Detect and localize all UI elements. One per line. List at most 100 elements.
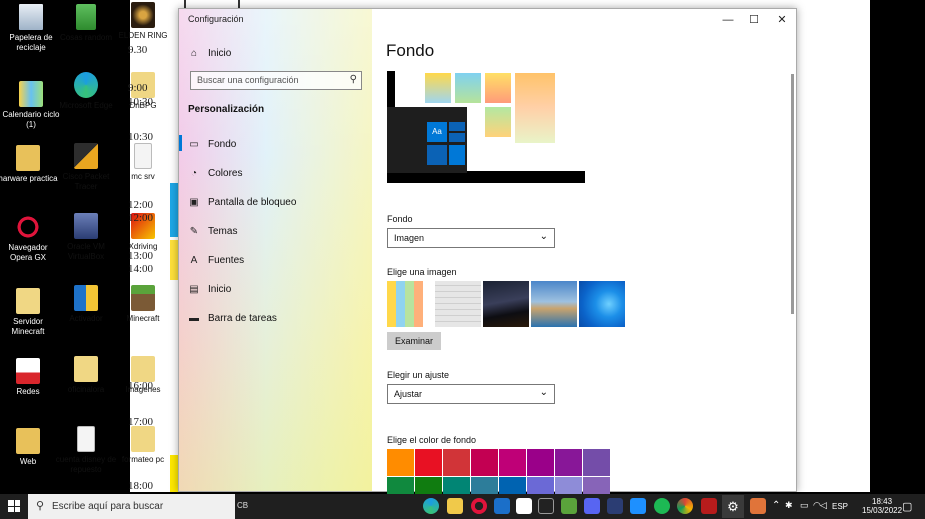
image-thumbnail-night-sky[interactable] [483, 281, 529, 327]
section-title: Personalización [188, 104, 265, 115]
settings-sidebar: Configuración ⌂ Inicio Buscar una config… [179, 9, 372, 491]
sidebar-item-fuentes[interactable]: A Fuentes [188, 251, 244, 269]
desktop-icon-label: Microsoft Edge [59, 101, 113, 110]
desktop-icon-opera-gx[interactable]: Navegador Opera GX [0, 214, 59, 263]
desktop-icon-cosas-random[interactable]: Cosas random [55, 4, 117, 43]
page-title: Fondo [386, 41, 435, 60]
taskbar-search-placeholder: Escribe aquí para buscar [52, 501, 164, 512]
desktop-icon-label: mc srv [131, 172, 155, 181]
sidebar-item-fondo[interactable]: ▭ Fondo [188, 135, 236, 153]
sidebar-item-label: Inicio [208, 283, 232, 295]
desktop-icon-label: Redes [16, 387, 40, 396]
desktop-icon-minecraft[interactable]: Minecraft [112, 285, 174, 324]
brush-icon: ✎ [189, 225, 199, 237]
desktop-icon-label: formateo pc [121, 455, 165, 464]
app2-taskbar-icon[interactable] [750, 498, 766, 514]
wallpaper-time: 12:00 [128, 212, 154, 224]
preview-schedule-cell [425, 73, 451, 103]
desktop-icon-activador[interactable]: Activador [55, 285, 117, 324]
bluetooth-icon[interactable]: ✱ [785, 500, 793, 511]
discord-icon[interactable] [584, 498, 600, 514]
desktop-icon-recycle-bin[interactable]: Papelera de reciclaje [0, 4, 62, 53]
language-indicator[interactable]: ESP [832, 502, 848, 511]
desktop-icon-elden-ring[interactable]: ELDEN RING [112, 2, 174, 41]
color-swatch[interactable] [415, 449, 442, 476]
desktop-icon-label: Calendario ciclo (1) [2, 110, 60, 129]
epic-games-icon[interactable] [516, 498, 532, 514]
image-thumbnail-beach[interactable] [531, 281, 577, 327]
color-swatch[interactable] [443, 449, 470, 476]
desktop-icon-mc-srv[interactable]: mc srv [112, 143, 174, 182]
wallpaper-time: 14:00 [128, 263, 154, 275]
steam-icon[interactable] [494, 498, 510, 514]
sidebar-item-barra-tareas[interactable]: ▬ Barra de tareas [188, 309, 277, 327]
clock-date: 15/03/2022 [862, 506, 903, 515]
epic-store-icon[interactable] [538, 498, 554, 514]
desktop-icon-edge[interactable]: Microsoft Edge [55, 72, 117, 111]
notification-icon[interactable]: ▢ [902, 500, 912, 513]
fit-dropdown[interactable]: Ajustar ⌄ [387, 384, 555, 404]
desktop-icon-harware[interactable]: harware practica [0, 145, 59, 184]
wallpaper-time: 16:00 [128, 380, 154, 392]
wallpaper-time: 18:00 [128, 480, 154, 492]
minecraft-taskbar-icon[interactable] [561, 498, 577, 514]
desktop-icon-cuenta-disney[interactable]: cuenta disney de repuesto [55, 426, 117, 475]
taskbar-clock[interactable]: 18:43 15/03/2022 [862, 497, 902, 515]
file-explorer-icon[interactable] [447, 498, 463, 514]
image-thumbnail-grid[interactable] [435, 281, 481, 327]
wallpaper-time: 17:00 [128, 416, 154, 428]
color-swatch[interactable] [583, 449, 610, 476]
background-type-dropdown[interactable]: Imagen ⌄ [387, 228, 555, 248]
background-preview: Aa [387, 71, 585, 183]
opera-gx-taskbar-icon[interactable] [471, 498, 487, 514]
sidebar-item-inicio[interactable]: ▤ Inicio [188, 280, 231, 298]
virtualbox-taskbar-icon[interactable] [607, 498, 623, 514]
elden-ring-icon [131, 2, 155, 28]
taskbar-search-input[interactable]: ⚲ Escribe aquí para buscar [28, 494, 235, 519]
desktop-icon-web[interactable]: Web [0, 428, 59, 467]
game-taskbar-icon[interactable] [701, 498, 717, 514]
volume-icon[interactable]: ◁ [820, 500, 827, 511]
battery-icon[interactable]: ▭ [800, 500, 809, 511]
settings-gear-icon[interactable]: ⚙ [722, 495, 744, 518]
edge-taskbar-icon[interactable] [423, 498, 439, 514]
desktop-icon-servidor-minecraft[interactable]: Servidor Minecraft [0, 288, 59, 337]
desktop-icon-virtualbox[interactable]: Oracle VM VirtualBox [55, 213, 117, 262]
app-taskbar-icon[interactable] [630, 498, 646, 514]
browse-button[interactable]: Examinar [387, 332, 441, 350]
desktop-icon-oficinalora[interactable]: oficinalora [55, 356, 117, 395]
edge-icon [74, 72, 98, 98]
sidebar-item-colores[interactable]: ◔ Colores [188, 164, 243, 182]
desktop-icon-formateo-pc[interactable]: formateo pc [112, 426, 174, 465]
sidebar-home[interactable]: ⌂ Inicio [188, 44, 231, 62]
cisco-packet-tracer-icon [74, 143, 98, 169]
color-swatch[interactable] [555, 449, 582, 476]
image-thumbnail-windows[interactable] [579, 281, 625, 327]
pdf-file-icon [16, 358, 40, 384]
close-button[interactable]: ✕ [768, 11, 796, 29]
color-swatch[interactable] [499, 449, 526, 476]
desktop-icon-cisco[interactable]: Cisco Packet Tracer [55, 143, 117, 192]
maximize-button[interactable]: ☐ [740, 11, 768, 29]
tray-overflow-icon[interactable]: ⌃ [772, 500, 780, 511]
background-type-value: Imagen [394, 233, 425, 243]
sidebar-item-temas[interactable]: ✎ Temas [188, 222, 238, 240]
spotify-icon[interactable] [654, 498, 670, 514]
preview-tile [449, 133, 465, 142]
color-swatch[interactable] [471, 449, 498, 476]
desktop-icon-redes[interactable]: Redes [0, 358, 59, 397]
content-scrollbar[interactable] [791, 74, 794, 314]
shield-icon [74, 285, 98, 311]
windows-start-icon[interactable] [8, 500, 20, 512]
image-thumbnail-schedule[interactable] [387, 281, 433, 327]
wallpaper-time: 9.30 [128, 44, 148, 56]
minimize-button[interactable]: — [714, 11, 742, 29]
desktop-icon-calendario[interactable]: Calendario ciclo (1) [0, 81, 62, 130]
sidebar-item-pantalla-bloqueo[interactable]: ▣ Pantalla de bloqueo [188, 193, 296, 211]
virtualbox-icon [74, 213, 98, 239]
color-swatch[interactable] [527, 449, 554, 476]
color-swatch[interactable] [387, 449, 414, 476]
chrome-icon[interactable] [677, 498, 693, 514]
settings-search-input[interactable]: Buscar una configuración ⚲ [190, 71, 362, 90]
search-icon: ⚲ [36, 500, 45, 512]
